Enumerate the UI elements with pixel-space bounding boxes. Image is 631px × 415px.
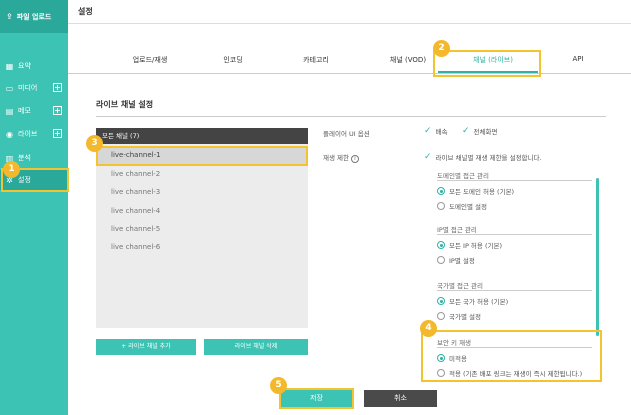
country-custom-radio[interactable]: 국가별 설정: [437, 311, 481, 321]
page-title: 설정: [78, 7, 93, 16]
upload-icon: ⇪: [6, 12, 13, 21]
option-label: 모든 IP 허용 (기본): [449, 242, 502, 250]
option-label: 모든 도메인 허용 (기본): [449, 188, 515, 196]
player-ui-fullscreen-option[interactable]: ✓ 전체화면: [462, 126, 497, 136]
broadcast-icon: ◉: [6, 129, 13, 139]
option-label: 전체화면: [473, 128, 498, 136]
ip-section-title: IP별 접근 관리: [437, 226, 477, 234]
channel-list-header: 모든 채널 (7): [96, 128, 308, 144]
top-bar: 설정: [68, 0, 631, 24]
option-label: 적용 (기존 배포 링크는 재생이 즉시 제한됩니다.): [449, 370, 583, 378]
monitor-icon: ▭: [5, 83, 14, 93]
tab-upload-playback[interactable]: 업로드/재생: [110, 55, 190, 65]
cancel-button[interactable]: 취소: [364, 390, 437, 407]
active-tab-indicator: [438, 71, 538, 73]
tab-encoding[interactable]: 인코딩: [208, 55, 258, 65]
delete-live-channel-button[interactable]: 라이브 채널 삭제: [204, 339, 308, 355]
list-item[interactable]: live channel-2: [96, 165, 308, 183]
add-memo-icon[interactable]: +: [53, 106, 62, 115]
security-section-title: 보안 키 재생: [437, 339, 472, 347]
country-section-title: 국가별 접근 관리: [437, 282, 483, 290]
settings-scrollbar[interactable]: [596, 178, 599, 336]
list-item[interactable]: live channel-5: [96, 220, 308, 238]
divider: [437, 234, 592, 235]
list-item[interactable]: live channel-4: [96, 202, 308, 220]
sidebar-item-label: 미디어: [18, 84, 38, 92]
info-icon[interactable]: i: [351, 155, 359, 163]
step-badge-3: 3: [86, 135, 103, 152]
list-item[interactable]: live channel-3: [96, 183, 308, 201]
settings-tabs: 업로드/재생 인코딩 카테고리 채널 (VOD) 채널 (라이브) API: [68, 44, 631, 74]
player-ui-speed-option[interactable]: ✓ 배속: [424, 126, 448, 136]
ip-all-radio[interactable]: 모든 IP 허용 (기본): [437, 240, 502, 250]
tab-category[interactable]: 카테고리: [286, 55, 346, 65]
check-icon: ✓: [424, 152, 432, 162]
sidebar-item-live[interactable]: ◉ 라이브 +: [0, 124, 68, 144]
sidebar-item-memo[interactable]: ▤ 메모 +: [0, 101, 68, 121]
radio-icon: [437, 297, 445, 305]
security-off-radio[interactable]: 미적용: [437, 353, 467, 363]
tab-channel-live[interactable]: 채널 (라이브): [453, 55, 533, 65]
domain-section-title: 도메인별 접근 관리: [437, 172, 489, 180]
check-icon: ✓: [462, 126, 470, 136]
step-badge-1: 1: [3, 161, 20, 178]
option-label: 국가별 설정: [449, 313, 481, 321]
step-badge-4: 4: [420, 320, 437, 337]
sidebar-item-label: 분석: [18, 154, 31, 162]
save-button[interactable]: 저장: [279, 390, 354, 407]
sidebar-item-label: 메모: [18, 107, 31, 115]
radio-icon: [437, 312, 445, 320]
section-title: 라이브 채널 설정: [96, 100, 154, 109]
file-upload-button[interactable]: ⇪ 파일 업로드: [0, 0, 68, 33]
domain-all-radio[interactable]: 모든 도메인 허용 (기본): [437, 186, 514, 196]
radio-icon: [437, 241, 445, 249]
option-label: 모든 국가 허용 (기본): [449, 298, 509, 306]
channel-list: 모든 채널 (7) live-channel-1 live channel-2 …: [96, 128, 308, 328]
memo-icon: ▤: [5, 106, 14, 116]
tab-api[interactable]: API: [563, 55, 593, 63]
list-item[interactable]: live channel-6: [96, 238, 308, 256]
list-item[interactable]: live-channel-1: [96, 146, 308, 164]
radio-icon: [437, 256, 445, 264]
step-badge-5: 5: [270, 377, 287, 394]
sidebar-item-label: 설정: [18, 176, 31, 184]
sidebar-item-summary[interactable]: ▦ 요약: [0, 56, 68, 76]
add-live-channel-button[interactable]: + 라이브 채널 추가: [96, 339, 196, 355]
domain-custom-radio[interactable]: 도메인별 설정: [437, 201, 487, 211]
file-upload-label: 파일 업로드: [16, 12, 52, 21]
ip-custom-radio[interactable]: IP별 설정: [437, 255, 475, 265]
divider: [437, 290, 592, 291]
divider: [437, 180, 592, 181]
grid-icon: ▦: [5, 61, 14, 71]
radio-icon: [437, 369, 445, 377]
option-label: 라이브 채널별 재생 제한을 설정합니다.: [435, 154, 542, 162]
restriction-label: 재생 제한 i: [323, 152, 359, 163]
sidebar-item-label: 요약: [18, 62, 31, 70]
divider: [437, 347, 592, 348]
option-label: 배속: [435, 128, 448, 136]
add-live-icon[interactable]: +: [53, 129, 62, 138]
option-label: 미적용: [449, 355, 467, 363]
option-label: 도메인별 설정: [449, 203, 487, 211]
country-all-radio[interactable]: 모든 국가 허용 (기본): [437, 296, 508, 306]
radio-icon: [437, 187, 445, 195]
tab-channel-vod[interactable]: 채널 (VOD): [373, 55, 443, 65]
check-icon: ✓: [424, 126, 432, 136]
player-ui-label: 플레이어 UI 옵션: [323, 130, 370, 138]
option-label: IP별 설정: [449, 257, 475, 265]
restriction-checkbox[interactable]: ✓ 라이브 채널별 재생 제한을 설정합니다.: [424, 152, 542, 162]
security-on-radio[interactable]: 적용 (기존 배포 링크는 재생이 즉시 제한됩니다.): [437, 368, 582, 378]
section-divider: [96, 116, 606, 117]
sidebar-item-label: 라이브: [18, 130, 38, 138]
sidebar: ⇪ 파일 업로드 ▦ 요약 ▭ 미디어 + ▤ 메모 + ◉ 라이브 + ▥ 분…: [0, 0, 68, 415]
radio-icon: [437, 202, 445, 210]
add-media-icon[interactable]: +: [53, 83, 62, 92]
sidebar-item-media[interactable]: ▭ 미디어 +: [0, 78, 68, 98]
restriction-label-text: 재생 제한: [323, 154, 349, 162]
radio-icon: [437, 354, 445, 362]
step-badge-2: 2: [433, 40, 450, 57]
